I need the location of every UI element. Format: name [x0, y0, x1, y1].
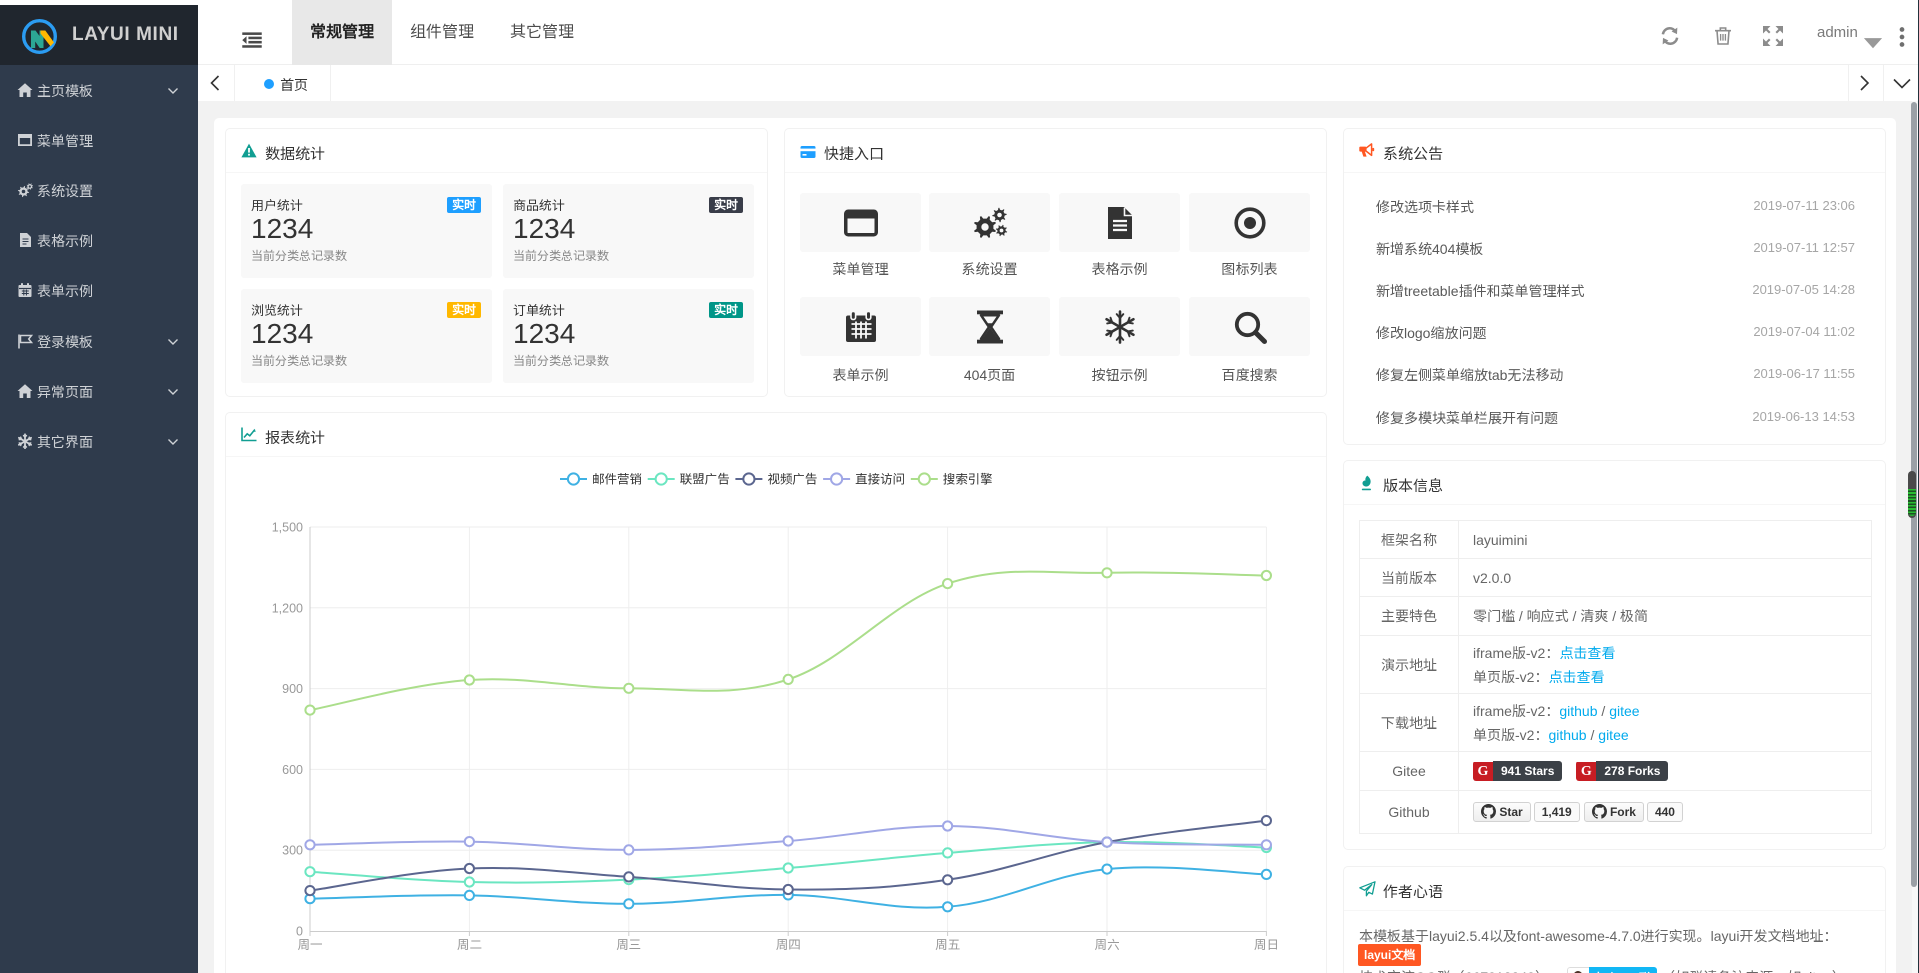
svg-text:600: 600: [282, 763, 303, 777]
svg-text:900: 900: [282, 682, 303, 696]
svg-text:周三: 周三: [616, 938, 641, 952]
svg-text:300: 300: [282, 844, 303, 858]
svg-text:周二: 周二: [457, 938, 482, 952]
svg-text:视频广告: 视频广告: [766, 473, 817, 487]
svg-text:直接访问: 直接访问: [855, 473, 905, 487]
svg-text:周六: 周六: [1094, 938, 1120, 952]
svg-text:联盟广告: 联盟广告: [680, 473, 730, 487]
svg-text:周一: 周一: [297, 938, 322, 952]
svg-text:0: 0: [296, 925, 303, 939]
svg-text:周日: 周日: [1254, 938, 1279, 952]
svg-text:1,200: 1,200: [272, 601, 303, 615]
svg-text:周四: 周四: [776, 938, 801, 952]
svg-text:邮件营销: 邮件营销: [592, 472, 642, 487]
svg-text:周五: 周五: [935, 938, 960, 952]
svg-text:1,500: 1,500: [272, 521, 303, 535]
svg-text:搜索引擎: 搜索引擎: [943, 472, 993, 487]
